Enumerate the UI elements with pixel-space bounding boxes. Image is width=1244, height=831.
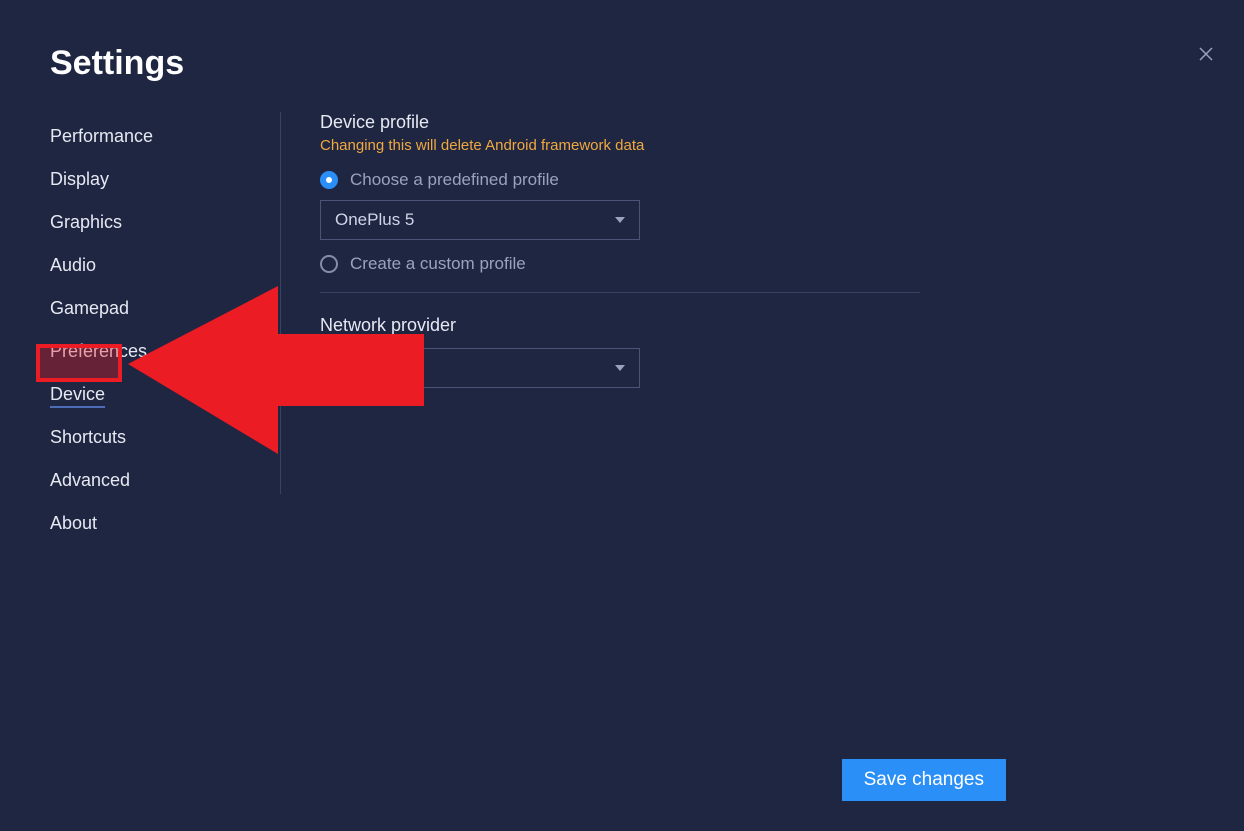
sidebar-item-preferences[interactable]: Preferences (50, 333, 280, 370)
network-provider-heading: Network provider (320, 315, 1184, 336)
sidebar-item-performance[interactable]: Performance (50, 118, 280, 155)
sidebar-item-advanced[interactable]: Advanced (50, 462, 280, 499)
sidebar-item-device[interactable]: Device (50, 376, 280, 413)
sidebar-divider (280, 112, 281, 494)
radio-predefined-profile[interactable]: Choose a predefined profile (320, 170, 1184, 190)
predefined-profile-value: OnePlus 5 (335, 210, 414, 230)
chevron-down-icon (615, 217, 625, 223)
sidebar-item-gamepad[interactable]: Gamepad (50, 290, 280, 327)
radio-custom-profile[interactable]: Create a custom profile (320, 254, 1184, 274)
sidebar-item-graphics[interactable]: Graphics (50, 204, 280, 241)
radio-custom-label: Create a custom profile (350, 254, 526, 274)
section-divider (320, 292, 920, 293)
close-icon (1197, 45, 1215, 63)
page-title: Settings (50, 44, 184, 83)
device-profile-warning: Changing this will delete Android framew… (320, 137, 1184, 154)
radio-predefined-label: Choose a predefined profile (350, 170, 559, 190)
device-settings-panel: Device profile Changing this will delete… (320, 112, 1184, 402)
save-changes-button[interactable]: Save changes (842, 759, 1006, 801)
network-provider-select[interactable] (320, 348, 640, 388)
sidebar-item-about[interactable]: About (50, 505, 280, 542)
predefined-profile-select[interactable]: OnePlus 5 (320, 200, 640, 240)
sidebar-item-display[interactable]: Display (50, 161, 280, 198)
sidebar-item-audio[interactable]: Audio (50, 247, 280, 284)
settings-sidebar: Performance Display Graphics Audio Gamep… (50, 118, 280, 548)
sidebar-item-shortcuts[interactable]: Shortcuts (50, 419, 280, 456)
radio-button-icon (320, 171, 338, 189)
radio-button-icon (320, 255, 338, 273)
device-profile-heading: Device profile (320, 112, 1184, 133)
close-button[interactable] (1192, 40, 1220, 68)
chevron-down-icon (615, 365, 625, 371)
